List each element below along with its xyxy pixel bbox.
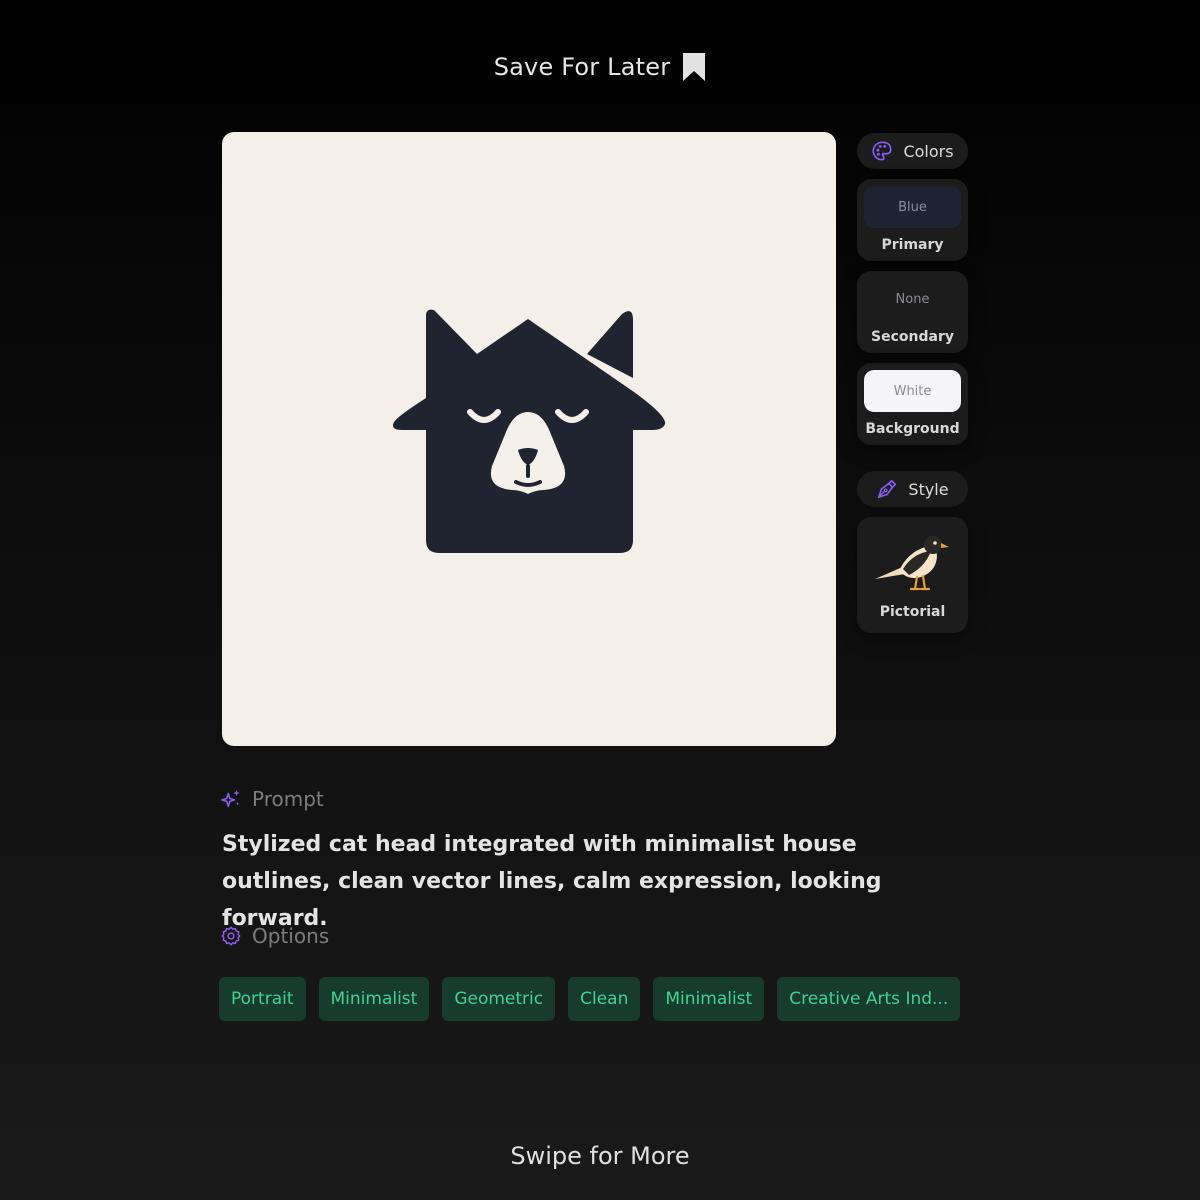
gear-icon xyxy=(221,926,241,946)
tag-creative-arts[interactable]: Creative Arts Ind... xyxy=(777,977,961,1021)
colors-header: Colors xyxy=(857,133,968,169)
cat-house-logo xyxy=(393,309,666,553)
prompt-text: Stylized cat head integrated with minima… xyxy=(222,832,882,931)
background-color-card[interactable]: White Background xyxy=(857,363,968,445)
tag-geometric[interactable]: Geometric xyxy=(442,977,556,1021)
primary-color-card[interactable]: Blue Primary xyxy=(857,179,968,261)
background-color-swatch: White xyxy=(864,370,961,412)
style-header: Style xyxy=(857,471,968,507)
save-for-later-button[interactable]: Save For Later xyxy=(0,52,1200,82)
secondary-color-card[interactable]: None Secondary xyxy=(857,271,968,353)
primary-color-swatch: Blue xyxy=(864,186,961,228)
palette-icon xyxy=(872,141,892,161)
option-tags: Portrait Minimalist Geometric Clean Mini… xyxy=(219,977,961,1021)
primary-color-role: Primary xyxy=(881,237,944,253)
secondary-color-swatch: None xyxy=(864,278,961,320)
style-card-pictorial[interactable]: Pictorial xyxy=(857,517,968,633)
options-header: Options xyxy=(220,924,329,948)
sparkles-icon xyxy=(221,789,240,808)
logo-preview[interactable] xyxy=(222,132,836,746)
pen-nib-icon xyxy=(878,479,897,499)
tag-clean[interactable]: Clean xyxy=(568,977,641,1021)
side-panel: Colors Blue Primary None Secondary White… xyxy=(857,133,968,633)
prompt-title: Prompt xyxy=(252,787,324,811)
bookmark-icon xyxy=(683,53,706,81)
tag-minimalist[interactable]: Minimalist xyxy=(318,977,430,1021)
style-title: Style xyxy=(908,479,949,499)
style-value: Pictorial xyxy=(879,604,946,620)
tag-portrait[interactable]: Portrait xyxy=(219,977,306,1021)
prompt-header: Prompt xyxy=(220,787,324,811)
options-title: Options xyxy=(252,924,330,948)
background-color-role: Background xyxy=(865,421,960,437)
secondary-color-role: Secondary xyxy=(871,329,954,345)
save-for-later-label: Save For Later xyxy=(493,53,671,81)
tag-minimalist-2[interactable]: Minimalist xyxy=(653,977,765,1021)
colors-title: Colors xyxy=(903,141,954,161)
swipe-for-more[interactable]: Swipe for More xyxy=(0,1142,1200,1170)
bird-icon xyxy=(875,536,949,591)
